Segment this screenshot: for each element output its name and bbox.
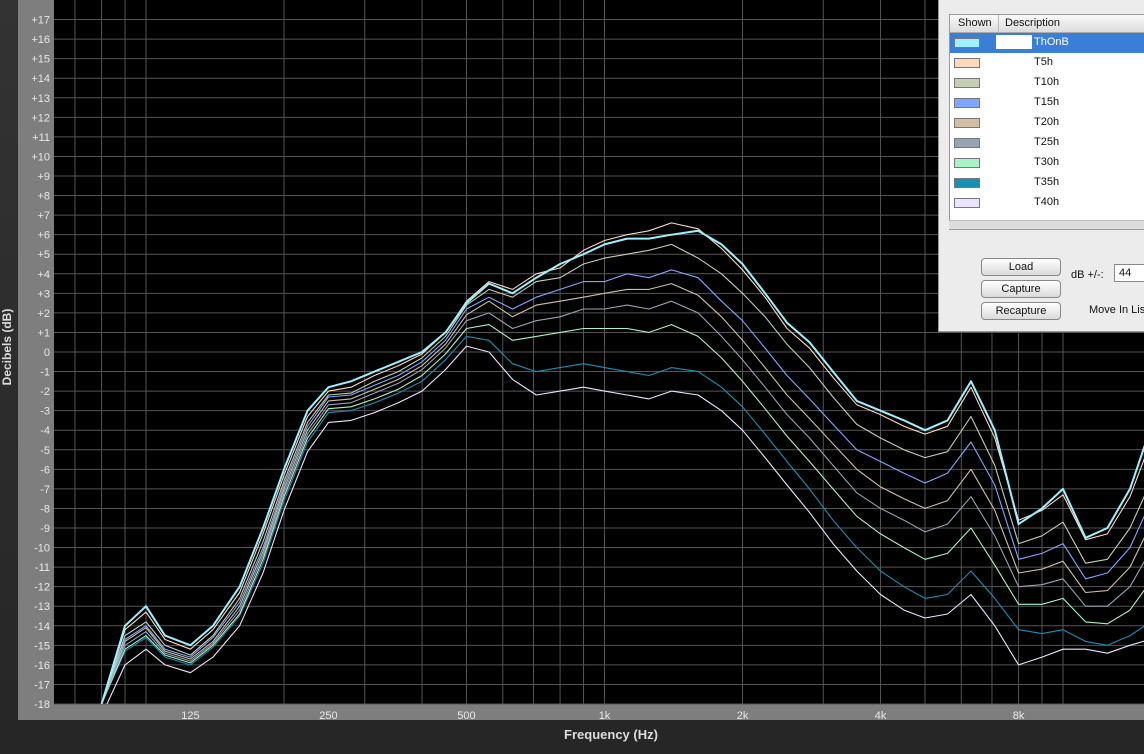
- list-item-label: T25h: [1034, 136, 1060, 148]
- y-tick-label: +13: [31, 93, 50, 105]
- measurement-list[interactable]: Shown Description ThOnB T5h T10h T15h T20h T2…: [949, 14, 1144, 230]
- y-tick-label: -8: [40, 503, 50, 515]
- list-item-label: T35h: [1034, 176, 1060, 188]
- x-tick-label: 125: [181, 710, 199, 722]
- color-swatch[interactable]: [954, 58, 980, 68]
- window-background: Decibels (dB) -18 -17 -16 -15 -14 -13 -12 -11 -1…: [0, 0, 1144, 754]
- list-item[interactable]: T25h: [950, 133, 1144, 153]
- list-item-label: ThOnB: [1034, 36, 1069, 48]
- color-swatch[interactable]: [954, 138, 980, 148]
- y-tick-label: -15: [34, 640, 50, 652]
- move-in-list-label: Move In List: [1089, 304, 1144, 316]
- list-item-label: T30h: [1034, 156, 1060, 168]
- y-tick-label: -7: [40, 484, 50, 496]
- x-tick-label: 8k: [1013, 710, 1025, 722]
- color-swatch[interactable]: [954, 158, 980, 168]
- y-tick-label: -2: [40, 386, 50, 398]
- y-tick-label: +5: [37, 249, 50, 261]
- y-tick-label: -4: [40, 425, 50, 437]
- column-header-shown[interactable]: Shown: [950, 15, 999, 32]
- list-item[interactable]: T20h: [950, 113, 1144, 133]
- list-item-label: T5h: [1034, 56, 1053, 68]
- color-swatch[interactable]: [954, 78, 980, 88]
- list-item-label: T40h: [1034, 196, 1060, 208]
- db-range-input[interactable]: 44: [1114, 264, 1144, 282]
- list-item[interactable]: T40h: [950, 193, 1144, 213]
- y-tick-label: +3: [37, 288, 50, 300]
- y-tick-label: -13: [34, 601, 50, 613]
- y-tick-label: +2: [37, 308, 50, 320]
- y-tick-label: -9: [40, 523, 50, 535]
- x-tick-label: 4k: [875, 710, 887, 722]
- x-tick-label: 250: [319, 710, 337, 722]
- list-item-label: T10h: [1034, 76, 1060, 88]
- list-item[interactable]: T10h: [950, 73, 1144, 93]
- y-tick-label: +12: [31, 112, 50, 124]
- list-item[interactable]: T35h: [950, 173, 1144, 193]
- y-tick-label: +7: [37, 210, 50, 222]
- column-header-description[interactable]: Description: [999, 15, 1125, 32]
- color-swatch[interactable]: [954, 118, 980, 128]
- list-item[interactable]: T5h: [950, 53, 1144, 73]
- list-item[interactable]: T15h: [950, 93, 1144, 113]
- list-item-label: T20h: [1034, 116, 1060, 128]
- y-tick-label: -10: [34, 543, 50, 555]
- y-tick-label: -14: [34, 621, 50, 633]
- measurement-panel: Shown Description ThOnB T5h T10h T15h T20h T2…: [938, 0, 1144, 332]
- y-tick-label: +10: [31, 151, 50, 163]
- color-swatch[interactable]: [954, 38, 980, 48]
- color-swatch[interactable]: [954, 178, 980, 188]
- x-tick-label: 2k: [737, 710, 749, 722]
- y-tick-label: +17: [31, 15, 50, 27]
- y-tick-label: +11: [32, 132, 50, 144]
- list-header: Shown Description: [950, 15, 1144, 33]
- y-tick-label: +8: [37, 191, 50, 203]
- y-tick-label: -11: [35, 562, 50, 574]
- y-tick-label: -6: [40, 464, 50, 476]
- edit-field-mask: [996, 35, 1032, 49]
- capture-button[interactable]: Capture: [981, 280, 1061, 298]
- x-tick-label: 500: [457, 710, 475, 722]
- y-tick-label: +15: [31, 54, 50, 66]
- y-tick-label: +9: [37, 171, 50, 183]
- recapture-button[interactable]: Recapture: [981, 302, 1061, 320]
- x-tick-label: 1k: [599, 710, 611, 722]
- list-horizontal-scrollbar[interactable]: [949, 220, 1144, 229]
- list-item-label: T15h: [1034, 96, 1060, 108]
- y-tick-label: -1: [40, 367, 50, 379]
- x-axis-label: Frequency (Hz): [564, 727, 658, 742]
- y-tick-label: 0: [44, 347, 50, 359]
- list-item[interactable]: ThOnB: [950, 33, 1144, 53]
- load-button[interactable]: Load: [981, 258, 1061, 276]
- db-range-label: dB +/-:: [1071, 269, 1104, 281]
- y-tick-label: -5: [40, 445, 50, 457]
- color-swatch[interactable]: [954, 198, 980, 208]
- y-tick-label: -12: [34, 582, 50, 594]
- y-tick-label: +16: [31, 34, 50, 46]
- y-tick-label: +4: [37, 269, 50, 281]
- color-swatch[interactable]: [954, 98, 980, 108]
- list-item[interactable]: T30h: [950, 153, 1144, 173]
- y-tick-label: +14: [31, 73, 50, 85]
- y-tick-label: +1: [37, 327, 50, 339]
- y-tick-label: -16: [34, 660, 50, 672]
- y-tick-label: +6: [37, 230, 50, 242]
- y-tick-label: -17: [34, 679, 50, 691]
- y-tick-label: -18: [34, 699, 50, 711]
- y-tick-label: -3: [40, 406, 50, 418]
